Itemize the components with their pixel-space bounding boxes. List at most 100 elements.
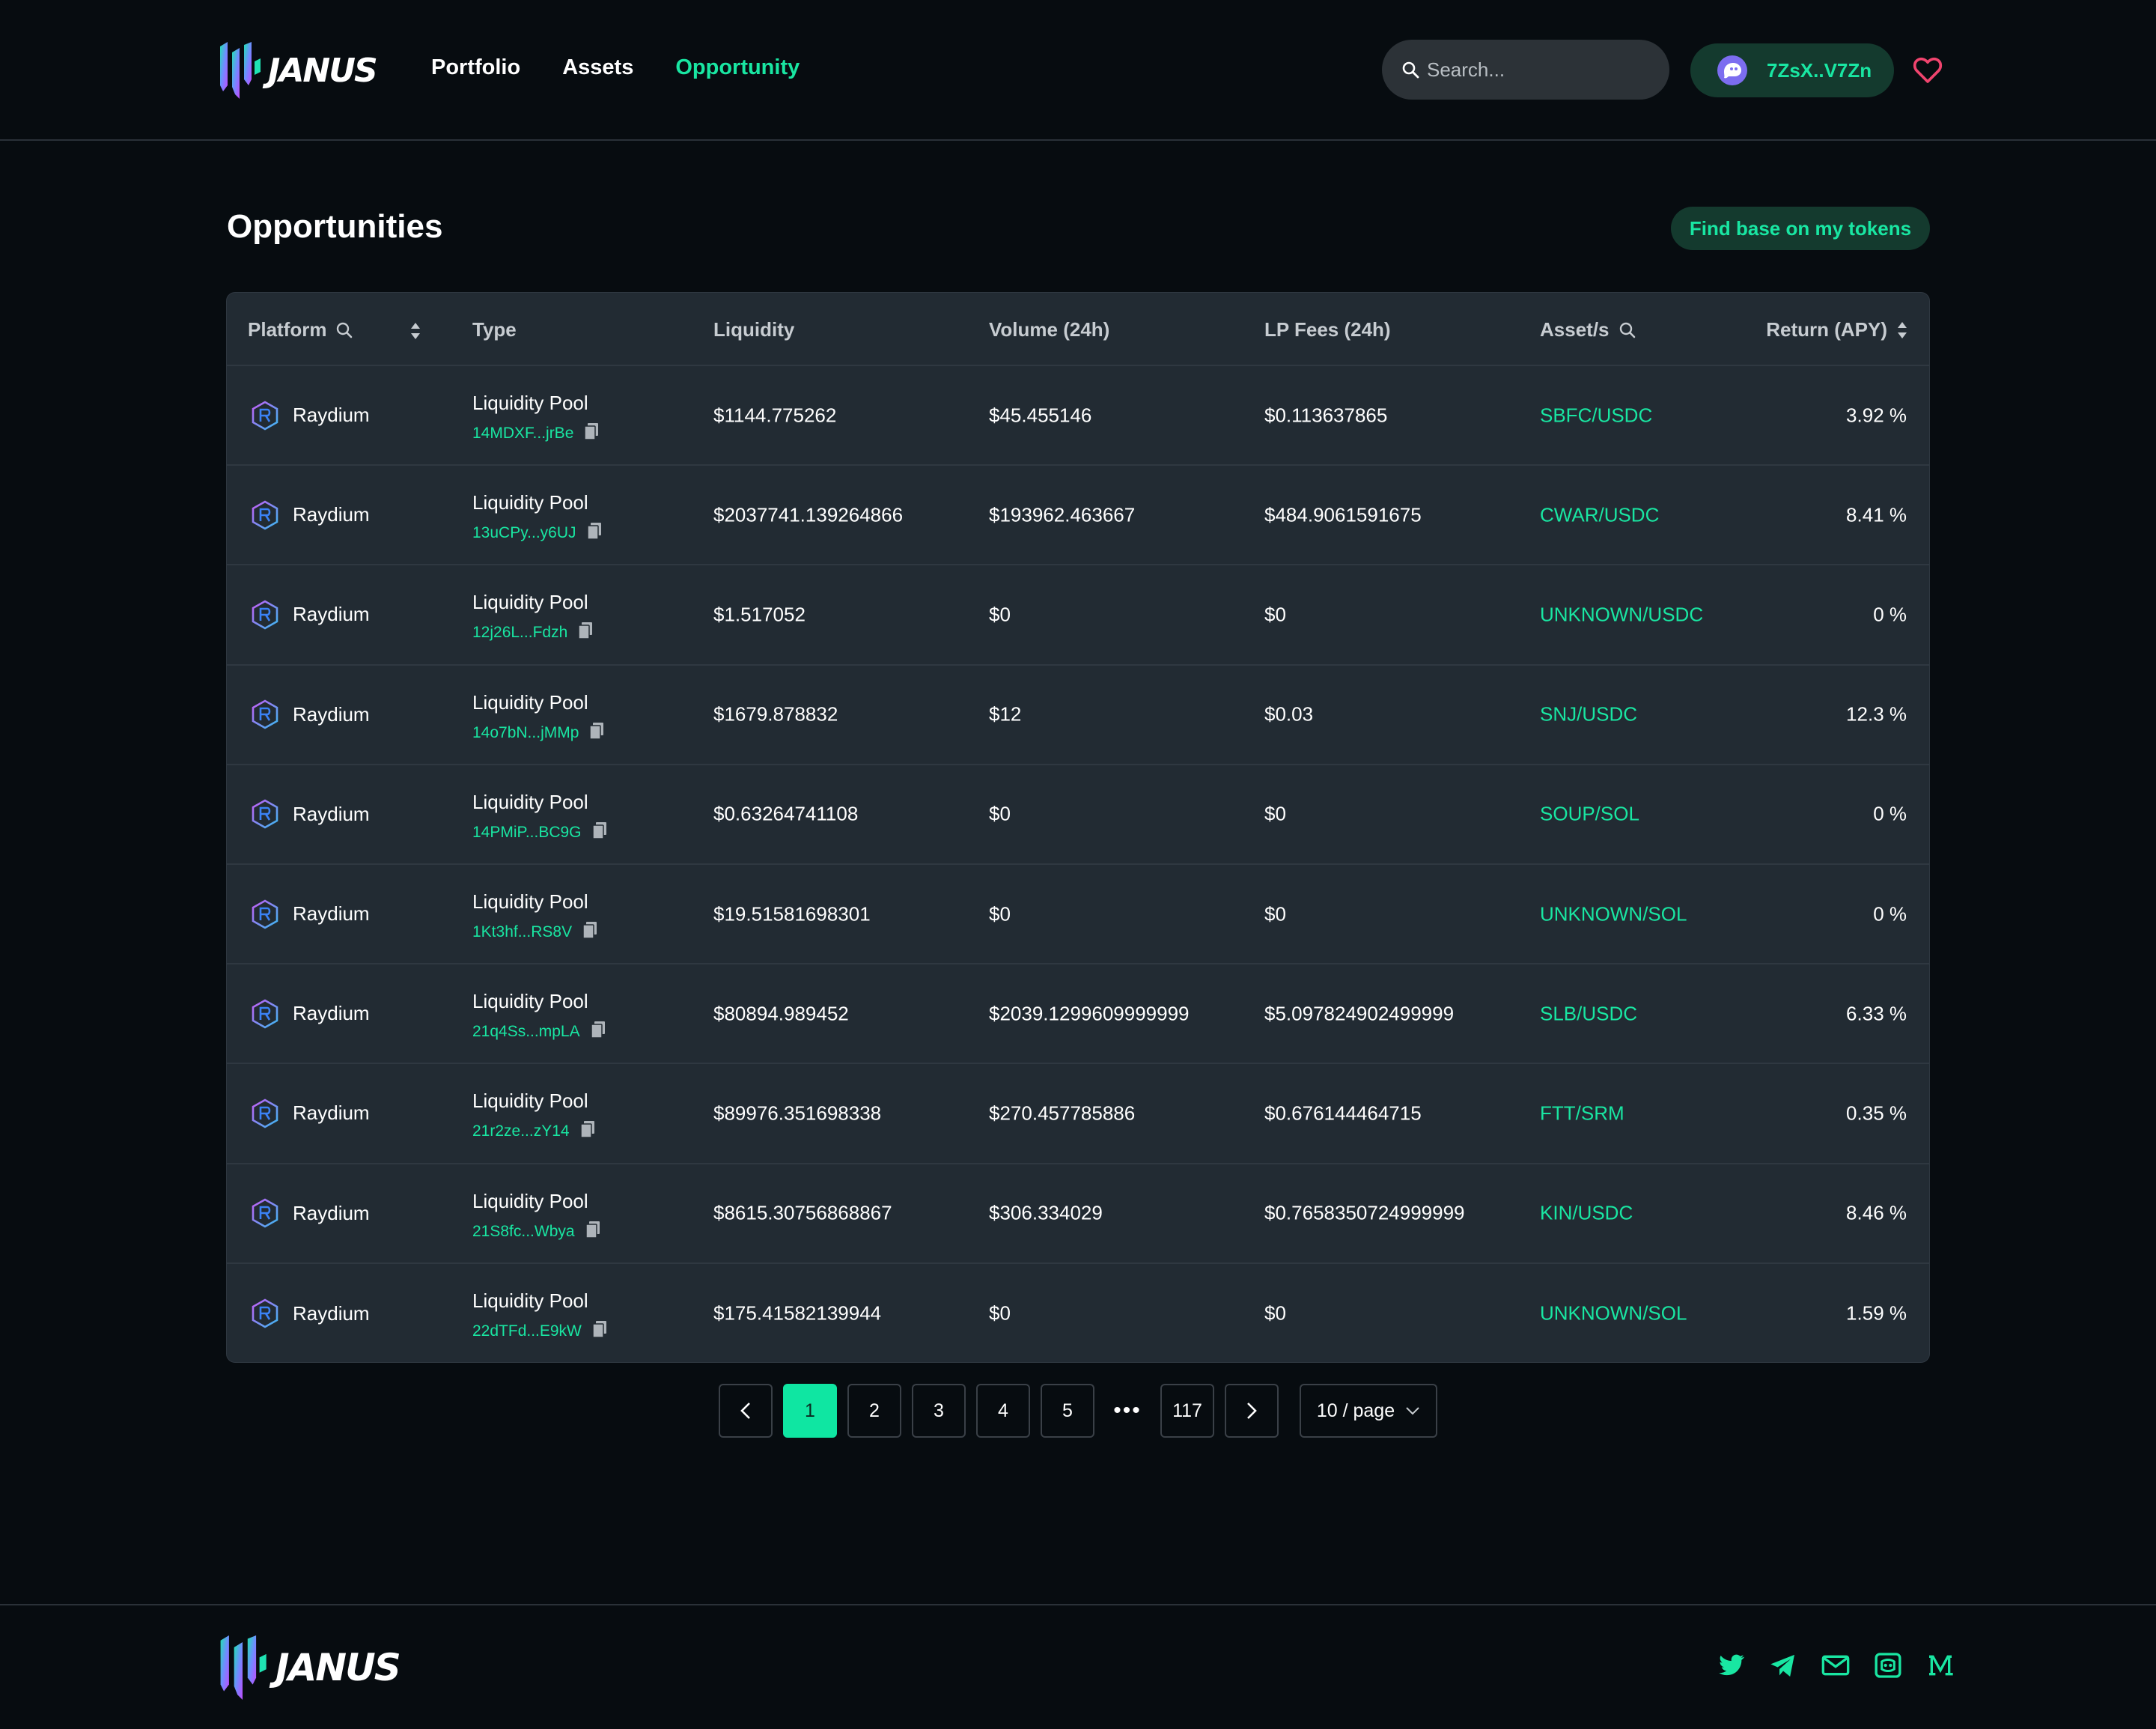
search-icon[interactable] (335, 321, 353, 339)
volume-cell: $45.455146 (989, 404, 1092, 427)
asset-pair-link[interactable]: UNKNOWN/USDC (1540, 603, 1703, 626)
page-ellipsis[interactable]: ••• (1105, 1384, 1150, 1438)
pool-address[interactable]: 21q4Ss...mpLA (472, 1023, 580, 1041)
table-row[interactable]: Raydium Liquidity Pool 1Kt3hf...RS8V $19… (227, 865, 1929, 965)
janus-logo[interactable]: JANUS (217, 1635, 401, 1700)
pool-type: Liquidity Pool (472, 491, 588, 514)
medium-icon[interactable] (1925, 1650, 1955, 1680)
table-row[interactable]: Raydium Liquidity Pool 12j26L...Fdzh $1.… (227, 565, 1929, 666)
copy-icon[interactable] (582, 921, 597, 943)
pool-address[interactable]: 12j26L...Fdzh (472, 624, 567, 642)
apy-cell: 0 % (1873, 603, 1907, 626)
table-row[interactable]: Raydium Liquidity Pool 21r2ze...zY14 $89… (227, 1064, 1929, 1164)
janus-logo[interactable]: JANUS (217, 42, 378, 99)
table-row[interactable]: Raydium Liquidity Pool 14MDXF...jrBe $11… (227, 366, 1929, 467)
pool-address[interactable]: 14PMiP...BC9G (472, 824, 582, 842)
main-nav: Portfolio Assets Opportunity (431, 55, 800, 80)
raydium-icon (249, 798, 281, 830)
pool-address[interactable]: 22dTFd...E9kW (472, 1322, 582, 1340)
page-button-3[interactable]: 3 (912, 1384, 966, 1438)
copy-icon[interactable] (585, 1221, 600, 1243)
search-input[interactable] (1427, 58, 1651, 82)
asset-pair-link[interactable]: UNKNOWN/SOL (1540, 1302, 1687, 1325)
type-cell: Liquidity Pool 12j26L...Fdzh (472, 591, 593, 644)
find-base-on-tokens-button[interactable]: Find base on my tokens (1671, 207, 1930, 250)
janus-logo-text: JANUS (275, 1646, 401, 1689)
next-page-button[interactable] (1225, 1384, 1279, 1438)
table-row[interactable]: Raydium Liquidity Pool 14o7bN...jMMp $16… (227, 666, 1929, 765)
asset-pair-link[interactable]: FTT/SRM (1540, 1101, 1624, 1125)
mail-icon[interactable] (1821, 1650, 1851, 1680)
pool-address[interactable]: 14MDXF...jrBe (472, 425, 573, 443)
search-box[interactable] (1382, 40, 1669, 100)
table-row[interactable]: Raydium Liquidity Pool 21S8fc...Wbya $86… (227, 1164, 1929, 1264)
asset-pair-link[interactable]: SBFC/USDC (1540, 404, 1652, 427)
sort-icon[interactable] (1896, 320, 1908, 340)
header-type-label: Type (472, 318, 517, 341)
page-button-5[interactable]: 5 (1041, 1384, 1094, 1438)
platform-name: Raydium (293, 1101, 370, 1125)
pool-address-row: 22dTFd...E9kW (472, 1320, 607, 1343)
wallet-address: 7ZsX..V7Zn (1767, 58, 1872, 82)
table-row[interactable]: Raydium Liquidity Pool 14PMiP...BC9G $0.… (227, 765, 1929, 865)
search-icon[interactable] (1618, 321, 1636, 339)
page-button-2[interactable]: 2 (847, 1384, 901, 1438)
pool-type: Liquidity Pool (472, 990, 588, 1013)
header-platform-label: Platform (248, 318, 327, 341)
table-row[interactable]: Raydium Liquidity Pool 13uCPy...y6UJ $20… (227, 466, 1929, 566)
asset-pair-link[interactable]: SOUP/SOL (1540, 803, 1639, 826)
copy-icon[interactable] (586, 522, 602, 544)
nav-opportunity[interactable]: Opportunity (675, 55, 800, 80)
prev-page-button[interactable] (719, 1384, 773, 1438)
twitter-icon[interactable] (1716, 1650, 1746, 1680)
opportunities-table: Platform Type Liquidity Volume (24h) LP … (226, 292, 1930, 1363)
nav-portfolio[interactable]: Portfolio (431, 55, 520, 80)
page-button-4[interactable]: 4 (976, 1384, 1030, 1438)
asset-pair-link[interactable]: CWAR/USDC (1540, 503, 1659, 526)
page-size-select[interactable]: 10 / page (1300, 1384, 1437, 1438)
page-button-1[interactable]: 1 (783, 1384, 837, 1438)
discord-icon[interactable] (1873, 1650, 1903, 1680)
pool-type: Liquidity Pool (472, 890, 588, 913)
asset-pair-link[interactable]: UNKNOWN/SOL (1540, 902, 1687, 926)
liquidity-cell: $1.517052 (713, 603, 806, 626)
pool-address-row: 21r2ze...zY14 (472, 1120, 595, 1143)
pool-address[interactable]: 14o7bN...jMMp (472, 724, 579, 742)
asset-pair-link[interactable]: KIN/USDC (1540, 1202, 1633, 1225)
apy-cell: 12.3 % (1846, 702, 1907, 726)
copy-icon[interactable] (592, 1320, 607, 1343)
asset-pair-link[interactable]: SLB/USDC (1540, 1002, 1637, 1025)
copy-icon[interactable] (589, 722, 604, 744)
pool-address[interactable]: 13uCPy...y6UJ (472, 524, 576, 542)
table-row[interactable]: Raydium Liquidity Pool 22dTFd...E9kW $17… (227, 1264, 1929, 1362)
page-button-last[interactable]: 117 (1160, 1384, 1214, 1438)
header-return[interactable]: Return (APY) (1766, 318, 1908, 341)
copy-icon[interactable] (578, 622, 593, 644)
header-liquidity: Liquidity (713, 318, 794, 341)
asset-pair-link[interactable]: SNJ/USDC (1540, 703, 1637, 726)
pool-type: Liquidity Pool (472, 690, 588, 714)
apy-cell: 0 % (1873, 902, 1907, 926)
wallet-button[interactable]: 7ZsX..V7Zn (1690, 43, 1894, 97)
pool-address[interactable]: 21r2ze...zY14 (472, 1122, 570, 1140)
copy-icon[interactable] (590, 1021, 606, 1043)
telegram-icon[interactable] (1768, 1650, 1798, 1680)
volume-cell: $306.334029 (989, 1201, 1103, 1224)
copy-icon[interactable] (584, 422, 599, 445)
fees-cell: $0.7658350724999999 (1264, 1201, 1465, 1224)
platform-cell: Raydium (249, 899, 370, 930)
pool-type: Liquidity Pool (472, 1090, 588, 1113)
nav-assets[interactable]: Assets (562, 55, 633, 80)
header-platform: Platform (248, 318, 353, 341)
copy-icon[interactable] (591, 821, 607, 844)
table-row[interactable]: Raydium Liquidity Pool 21q4Ss...mpLA $80… (227, 964, 1929, 1065)
pool-address[interactable]: 1Kt3hf...RS8V (472, 923, 572, 941)
sort-icon[interactable] (409, 321, 421, 341)
heart-icon[interactable] (1913, 55, 1943, 85)
pool-address[interactable]: 21S8fc...Wbya (472, 1223, 575, 1241)
copy-icon[interactable] (579, 1120, 595, 1143)
type-cell: Liquidity Pool 21r2ze...zY14 (472, 1090, 595, 1143)
pagination: 1 2 3 4 5 ••• 117 10 / page (719, 1384, 1437, 1438)
raydium-icon (249, 998, 281, 1030)
pool-address-row: 21q4Ss...mpLA (472, 1021, 606, 1043)
